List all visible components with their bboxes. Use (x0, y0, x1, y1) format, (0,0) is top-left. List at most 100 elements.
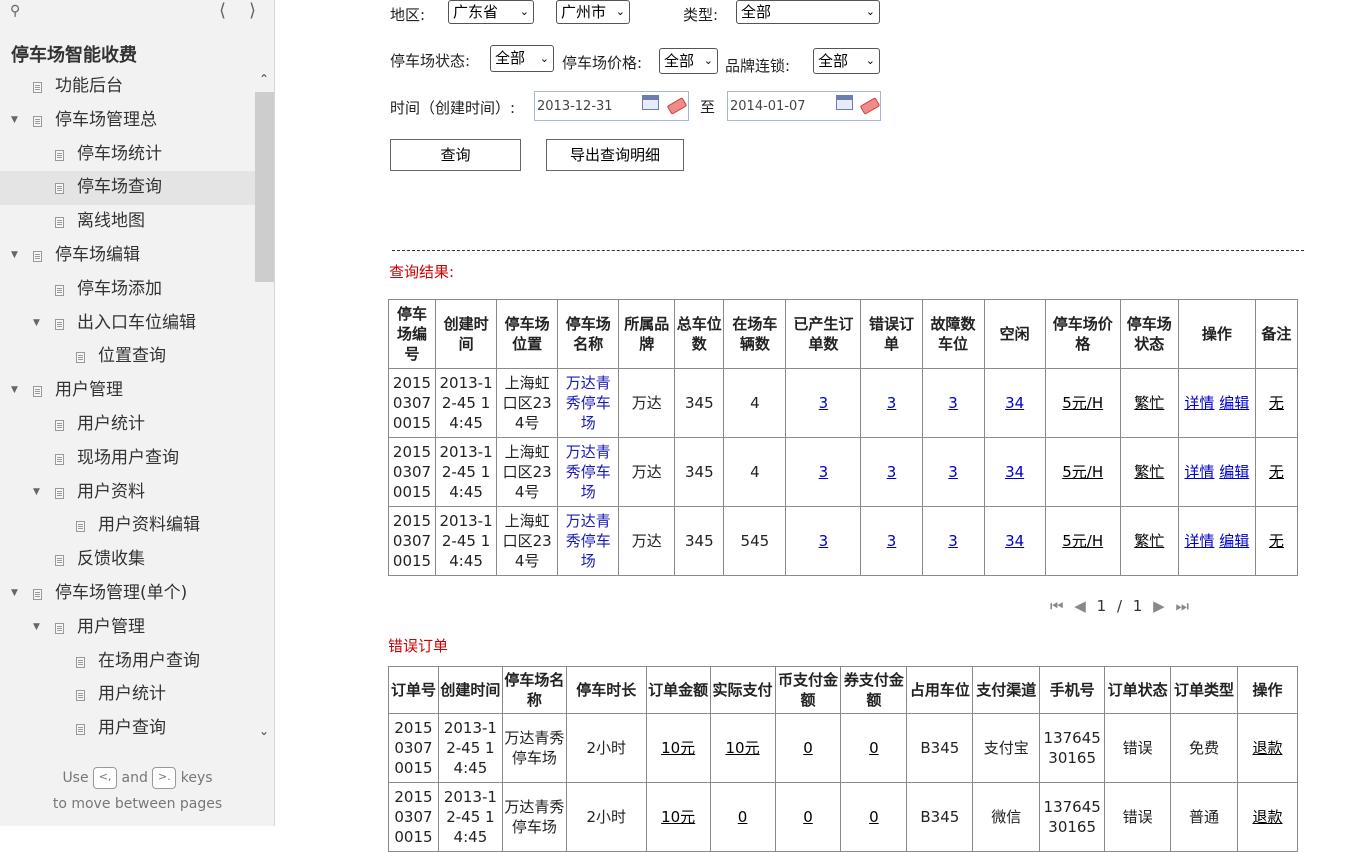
expand-arrow-icon[interactable]: ▼ (33, 307, 40, 341)
note-link[interactable]: 无 (1269, 463, 1284, 481)
scrollbar-thumb[interactable] (255, 92, 274, 282)
refund-link[interactable]: 退款 (1252, 739, 1282, 757)
city-select[interactable]: 广州市 ⌄ (556, 0, 630, 24)
coin-link[interactable]: 0 (803, 739, 813, 757)
edit-link[interactable]: 编辑 (1219, 532, 1249, 550)
tree-item[interactable]: ▼ 停车场管理(单个) (0, 577, 255, 611)
tree-item[interactable]: 离线地图 (0, 205, 255, 239)
refund-link[interactable]: 退款 (1252, 808, 1282, 826)
brand-select[interactable]: 全部 ⌄ (813, 48, 880, 74)
table-cell: 545 (723, 506, 787, 576)
price-select[interactable]: 全部 ⌄ (659, 48, 718, 74)
paid-link[interactable]: 0 (738, 808, 748, 826)
tree-item[interactable]: 停车场统计 (0, 138, 255, 172)
free-link[interactable]: 34 (1005, 394, 1024, 412)
results-title: 查询结果: (389, 263, 455, 281)
tree-item[interactable]: 反馈收集 (0, 543, 255, 577)
note-link[interactable]: 无 (1269, 532, 1284, 550)
province-select[interactable]: 广东省 ⌄ (448, 0, 534, 24)
tree-item-label: 位置查询 (98, 346, 166, 367)
tree-item[interactable]: 停车场查询 (0, 171, 255, 206)
chevron-up-icon[interactable]: ⌃ (259, 72, 269, 86)
note-link[interactable]: 无 (1269, 394, 1284, 412)
status-link[interactable]: 繁忙 (1134, 394, 1164, 412)
coupon-link[interactable]: 0 (869, 739, 879, 757)
expand-arrow-icon[interactable]: ▼ (11, 239, 18, 273)
expand-arrow-icon[interactable]: ▼ (11, 374, 18, 408)
date-to-input[interactable]: 2014-01-07 (727, 91, 881, 121)
tree-item[interactable]: ▼ 停车场管理总 (0, 104, 255, 138)
duration-value: 2小时 (586, 739, 626, 757)
tree-item[interactable]: 现场用户查询 (0, 442, 255, 476)
expand-arrow-icon[interactable]: ▼ (33, 476, 40, 510)
export-button[interactable]: 导出查询明细 (546, 139, 684, 171)
column-header: 在场车辆数 (723, 299, 787, 369)
expand-arrow-icon[interactable]: ▼ (11, 104, 18, 138)
type-select[interactable]: 全部 ⌄ (736, 0, 880, 24)
calendar-icon[interactable] (642, 95, 659, 110)
chevron-left-icon[interactable]: ⟨ (219, 0, 226, 21)
tree-item-label: 用户查询 (98, 718, 166, 739)
faults-link[interactable]: 3 (948, 394, 958, 412)
name-value: 万达青秀停车场 (565, 512, 611, 570)
errors-link[interactable]: 3 (887, 463, 897, 481)
tree-item[interactable]: 在场用户查询 (0, 645, 255, 679)
column-header: 订单类型 (1170, 666, 1238, 714)
results-table: 停车场编号 创建时间 停车场位置 停车场名称 所属品牌 总车位数 在场车辆数 已产生订单数 错误… (387, 299, 1299, 576)
edit-link[interactable]: 编辑 (1219, 463, 1249, 481)
orders-link[interactable]: 3 (819, 463, 829, 481)
faults-link[interactable]: 3 (948, 463, 958, 481)
detail-link[interactable]: 详情 (1184, 463, 1214, 481)
status-link[interactable]: 繁忙 (1134, 532, 1164, 550)
tree-item[interactable]: ▼ 用户管理 (0, 611, 255, 645)
query-button[interactable]: 查询 (390, 139, 521, 171)
errors-link[interactable]: 3 (887, 532, 897, 550)
last-page-icon[interactable]: ⏭ (1175, 597, 1189, 615)
tree-item[interactable]: ▼ 出入口车位编辑 (0, 307, 255, 341)
table-cell: 5元/H (1044, 437, 1121, 507)
detail-link[interactable]: 详情 (1184, 394, 1214, 412)
date-from-input[interactable]: 2013-12-31 (534, 91, 689, 121)
tree-item[interactable]: 用户统计 (0, 678, 255, 712)
amount-link[interactable]: 10元 (661, 739, 695, 757)
amount-link[interactable]: 10元 (661, 808, 695, 826)
chevron-right-icon[interactable]: ⟩ (249, 0, 256, 21)
next-page-icon[interactable]: ▶ (1153, 597, 1165, 615)
search-icon[interactable]: ⚲ (10, 3, 20, 19)
table-cell: 上海虹口区234号 (496, 437, 559, 507)
tree-item[interactable]: ▼ 用户资料 (0, 476, 255, 510)
tree-item[interactable]: ▼ 用户管理 (0, 374, 255, 408)
chevron-down-icon[interactable]: ⌄ (259, 724, 269, 738)
expand-arrow-icon[interactable]: ▼ (33, 611, 40, 645)
tree-item[interactable]: 功能后台 (0, 70, 255, 104)
first-page-icon[interactable]: ⏮ (1050, 597, 1064, 615)
expand-arrow-icon[interactable]: ▼ (11, 577, 18, 611)
orders-link[interactable]: 3 (819, 532, 829, 550)
edit-link[interactable]: 编辑 (1219, 394, 1249, 412)
status-link[interactable]: 繁忙 (1134, 463, 1164, 481)
free-link[interactable]: 34 (1005, 463, 1024, 481)
paid-link[interactable]: 10元 (726, 739, 760, 757)
coin-link[interactable]: 0 (803, 808, 813, 826)
errors-link[interactable]: 3 (887, 394, 897, 412)
tree-item[interactable]: ▼ 停车场编辑 (0, 239, 255, 273)
sidebar-scrollbar[interactable]: ⌃ ⌄ (255, 70, 274, 750)
faults-link[interactable]: 3 (948, 532, 958, 550)
tree-item[interactable]: 位置查询 (0, 340, 255, 374)
coupon-link[interactable]: 0 (869, 808, 879, 826)
table-cell: 万达青秀停车场 (557, 506, 620, 576)
free-link[interactable]: 34 (1005, 532, 1024, 550)
price-link[interactable]: 5元/H (1062, 394, 1103, 412)
price-link[interactable]: 5元/H (1062, 463, 1103, 481)
prev-page-icon[interactable]: ◀ (1074, 597, 1086, 615)
status-select[interactable]: 全部 ⌄ (490, 45, 554, 72)
tree-item[interactable]: 用户资料编辑 (0, 509, 255, 543)
price-link[interactable]: 5元/H (1062, 532, 1103, 550)
calendar-icon[interactable] (836, 95, 853, 110)
detail-link[interactable]: 详情 (1184, 532, 1214, 550)
orders-link[interactable]: 3 (819, 394, 829, 412)
tree-item[interactable]: 用户查询 (0, 712, 255, 746)
table-cell: 2013-12-45 14:45 (435, 506, 498, 576)
tree-item[interactable]: 停车场添加 (0, 273, 255, 307)
tree-item[interactable]: 用户统计 (0, 408, 255, 442)
